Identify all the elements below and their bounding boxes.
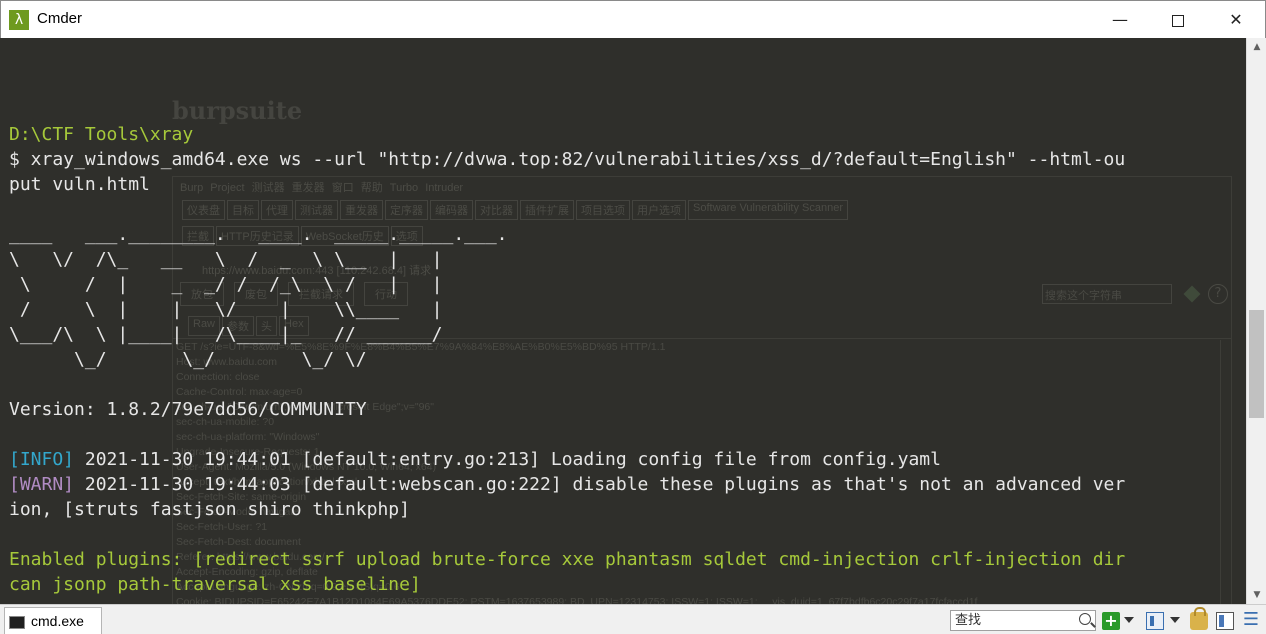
terminal-line: \ \/ /\_ __ \ / _ \ \__ | | xyxy=(9,249,443,270)
minimize-button[interactable]: — xyxy=(1091,1,1149,39)
log-message: 2021-11-30 19:44:03 [default:webscan.go:… xyxy=(74,474,1126,495)
split-view-icon[interactable] xyxy=(1146,612,1164,630)
maximize-button[interactable] xyxy=(1149,1,1207,39)
maximize-icon xyxy=(1172,14,1184,27)
terminal-line: Enabled plugins: [redirect ssrf upload b… xyxy=(9,549,1126,570)
menu-icon[interactable]: ☰ xyxy=(1242,611,1260,630)
console-icon xyxy=(9,615,25,629)
terminal-line: / \ | | \/ | \\____ | xyxy=(9,299,443,320)
terminal-line: \___/\ \ |____| /\____|_ // ______/ xyxy=(9,324,443,345)
lock-icon[interactable] xyxy=(1190,607,1208,630)
find-input[interactable]: 查找 xyxy=(950,610,1096,631)
terminal-line: ____ ___.________. ____. _____._____.___… xyxy=(9,224,508,245)
ghost-diamond-icon xyxy=(1183,285,1201,303)
terminal-line: $ xray_windows_amd64.exe ws --url "http:… xyxy=(9,149,1126,170)
ghost-title: burpsuite xyxy=(172,96,303,125)
log-message: 2021-11-30 19:44:01 [default:entry.go:21… xyxy=(74,449,941,470)
tab-label: cmd.exe xyxy=(31,613,84,629)
find-placeholder: 查找 xyxy=(955,613,982,628)
split-dropdown-icon[interactable] xyxy=(1170,617,1180,623)
status-bar: cmd.exe 查找 + ☰ xyxy=(0,604,1266,634)
warn-tag: [WARN] xyxy=(9,474,75,495)
scrollbar-thumb[interactable] xyxy=(1249,310,1264,418)
search-icon[interactable] xyxy=(1079,613,1091,625)
terminal-line: D:\CTF Tools\xray xyxy=(9,124,194,145)
terminal-line: can jsonp path-traversal xss baseline] xyxy=(9,574,421,595)
title-bar: λ Cmder — ✕ xyxy=(0,0,1266,38)
terminal-line: \ / | _ _/ / /_\ \ / | | xyxy=(9,274,443,295)
terminal-line: [WARN] 2021-11-30 19:44:03 [default:webs… xyxy=(9,472,1125,497)
terminal-scrollbar[interactable]: ▲ ▼ xyxy=(1246,38,1266,604)
terminal-line: Version: 1.8.2/79e7dd56/COMMUNITY xyxy=(9,399,367,420)
window-title: Cmder xyxy=(37,10,83,27)
terminal-output: D:\CTF Tools\xray $ xray_windows_amd64.ex… xyxy=(9,122,1125,597)
tab-cmd-exe[interactable]: cmd.exe xyxy=(4,607,102,634)
cmder-lambda-icon: λ xyxy=(9,10,29,30)
close-button[interactable]: ✕ xyxy=(1207,1,1265,39)
scroll-down-arrow-icon[interactable]: ▼ xyxy=(1247,586,1266,604)
new-console-dropdown-icon[interactable] xyxy=(1124,617,1134,623)
terminal-line: put vuln.html xyxy=(9,174,150,195)
ghost-help-icon: ? xyxy=(1208,284,1228,304)
terminal-console[interactable]: burpsuite Burp Project 测试器 重发器 窗口 帮助 Tur… xyxy=(0,38,1246,604)
ghost-scrollbar xyxy=(1220,340,1230,604)
terminal-line: [INFO] 2021-11-30 19:44:01 [default:entr… xyxy=(9,447,1125,472)
scroll-up-arrow-icon[interactable]: ▲ xyxy=(1247,38,1266,56)
info-tag: [INFO] xyxy=(9,449,75,470)
new-console-button[interactable]: + xyxy=(1102,612,1120,630)
terminal-line: \_/ \_/ \_/ \/ xyxy=(9,349,367,370)
terminal-line: ion, [struts fastjson shiro thinkphp] xyxy=(9,499,410,520)
panes-icon[interactable] xyxy=(1216,612,1234,630)
